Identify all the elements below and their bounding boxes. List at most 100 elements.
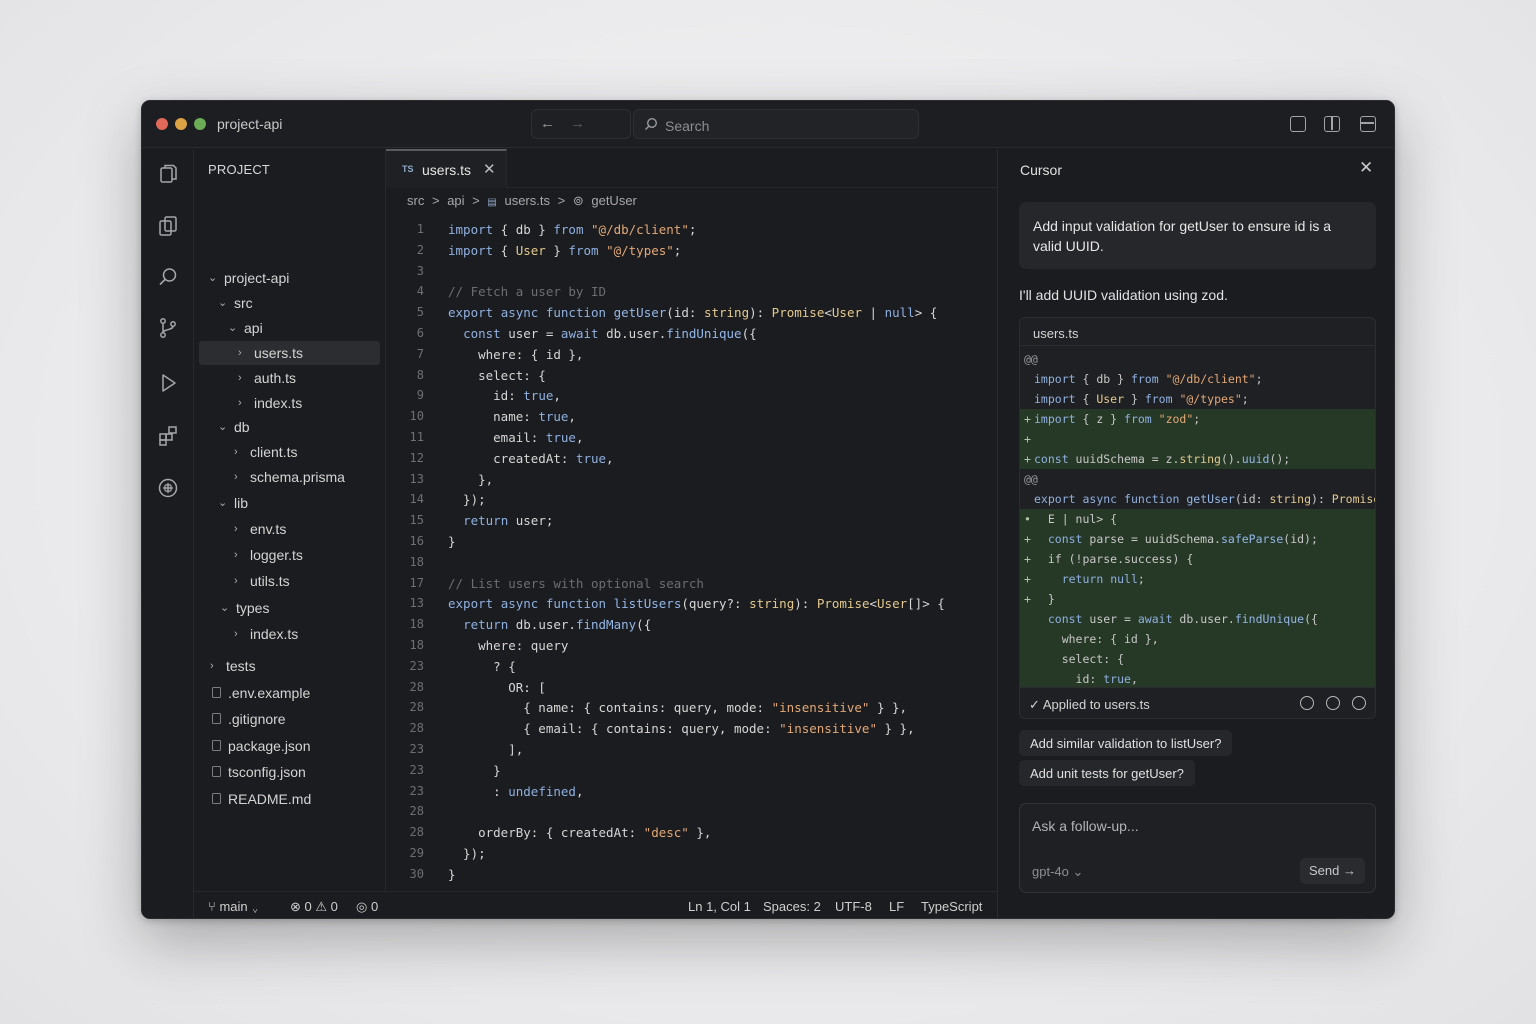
maximize-window-button[interactable] [194, 118, 206, 130]
extensions-icon[interactable] [156, 424, 180, 448]
file-item[interactable]: › auth.ts [194, 366, 384, 390]
diff-text: return null; [1061, 572, 1145, 586]
diff-added-line: + return null; [1020, 569, 1375, 589]
diff-footer: ✓ Applied to users.ts [1020, 687, 1375, 718]
diff-added-line: const user = await db.user.findUnique({ [1020, 609, 1375, 629]
line-number: 6 [416, 326, 424, 340]
run-debug-icon[interactable] [156, 371, 180, 395]
folder-item[interactable]: ⌄ api [194, 316, 384, 340]
tree-item-label: package.json [228, 738, 311, 754]
encoding[interactable]: UTF-8 [835, 899, 872, 914]
diff-text: @@ [1024, 352, 1038, 366]
breadcrumb-api[interactable]: api [447, 193, 464, 208]
folder-item[interactable]: › tests [194, 654, 384, 678]
suggestion-chip[interactable]: Add similar validation to listUser? [1019, 730, 1233, 756]
chevron-down-icon: ⌄ [220, 602, 230, 614]
file-item[interactable]: › index.ts [194, 391, 384, 415]
tree-item-label: utils.ts [250, 573, 290, 589]
tab-users-ts[interactable]: TS users.ts ✕ [386, 149, 507, 188]
explorer-icon[interactable] [156, 162, 180, 186]
line-number: 13 [409, 596, 424, 611]
code-text: } [448, 762, 501, 778]
line-ending[interactable]: LF [889, 899, 904, 914]
diff-text: select: { [1034, 652, 1125, 666]
file-item[interactable]: .gitignore [194, 707, 384, 731]
user-message: Add input validation for getUser to ensu… [1019, 202, 1376, 269]
tree-item-label: logger.ts [250, 547, 303, 563]
file-item[interactable]: › env.ts [194, 517, 384, 541]
diff-text: where: { id }, [1034, 632, 1159, 646]
close-window-button[interactable] [156, 118, 168, 130]
send-button[interactable]: Send → [1300, 858, 1365, 884]
source-control-icon[interactable] [156, 316, 180, 340]
code-text: // Fetch a user by ID [448, 284, 607, 300]
file-item[interactable]: › schema.prisma [194, 465, 384, 489]
cursor-position[interactable]: Ln 1, Col 1 [688, 899, 751, 914]
window-title: project-api [217, 116, 283, 132]
problems-indicator[interactable]: ⊗ 0 ⚠ 0 [290, 899, 338, 915]
send-label: Send [1309, 863, 1340, 878]
code-text: : undefined, [448, 783, 584, 799]
file-item[interactable]: README.md [194, 787, 384, 811]
folder-item[interactable]: ⌄ db [194, 415, 384, 439]
code-line: 28 { email: { contains: query, mode: "in… [386, 718, 997, 739]
code-line: 13 }, [386, 469, 997, 490]
search-icon[interactable] [156, 265, 180, 289]
files-icon[interactable] [156, 214, 180, 238]
indentation[interactable]: Spaces: 2 [763, 899, 821, 914]
refresh-icon[interactable] [1326, 696, 1340, 710]
toggle-sidebar-icon[interactable] [1290, 116, 1306, 132]
chat-title: Cursor [1020, 162, 1063, 178]
file-item[interactable]: tsconfig.json [194, 760, 384, 784]
warning-count: 0 [330, 899, 338, 914]
folder-item[interactable]: ⌄ project-api [194, 266, 384, 290]
search-input[interactable]: Search [633, 109, 919, 139]
file-item[interactable]: .env.example [194, 681, 384, 705]
language-mode[interactable]: TypeScript [921, 899, 982, 914]
line-number: 28 [409, 804, 424, 819]
tree-item-label: lib [234, 495, 249, 511]
line-number: 23 [409, 762, 424, 777]
file-item[interactable]: › utils.ts [194, 569, 384, 593]
folder-item[interactable]: ⌄ src [194, 291, 384, 315]
file-item[interactable]: › client.ts [194, 440, 384, 464]
file-item[interactable]: › users.ts [199, 341, 380, 365]
undo-icon[interactable] [1300, 696, 1314, 710]
diff-text: if (!parse.success) { [1034, 552, 1194, 566]
breadcrumb-src[interactable]: src [407, 193, 424, 208]
breadcrumb-separator: > [472, 193, 480, 208]
folder-item[interactable]: ⌄ types [194, 596, 384, 620]
minimize-window-button[interactable] [175, 118, 187, 130]
diff-added-line: + import { z } from "zod"; [1020, 409, 1375, 429]
back-arrow-icon[interactable]: ← [540, 115, 555, 132]
folder-item[interactable]: ⌄ lib [194, 491, 384, 515]
chevron-right-icon: › [238, 397, 242, 409]
ports-indicator[interactable]: ◎ 0 [356, 899, 378, 915]
ai-assistant-icon[interactable] [156, 476, 180, 500]
chat-composer[interactable]: Ask a follow-up... gpt-4o ⌄ Send → [1019, 803, 1376, 893]
file-item[interactable]: › logger.ts [194, 543, 384, 567]
forward-arrow-icon[interactable]: → [570, 115, 585, 132]
toggle-panel-icon[interactable] [1360, 116, 1376, 132]
split-layout-icon[interactable] [1324, 116, 1340, 132]
model-selector[interactable]: gpt-4o ⌄ [1032, 864, 1083, 880]
close-chat-icon[interactable]: ✕ [1359, 158, 1373, 178]
branch-indicator[interactable]: ⑂ main ⌄ [208, 899, 259, 914]
suggestion-chip[interactable]: Add unit tests for getUser? [1019, 760, 1195, 786]
line-number: 7 [416, 346, 424, 361]
code-line: 30} [386, 864, 997, 885]
copy-icon[interactable] [1352, 696, 1366, 710]
assistant-message: I'll add UUID validation using zod. [1019, 287, 1228, 303]
breadcrumb-file[interactable]: users.ts [504, 193, 550, 208]
file-item[interactable]: › index.ts [194, 622, 384, 646]
diff-marker: + [1024, 552, 1031, 566]
diff-filename[interactable]: users.ts [1033, 326, 1079, 341]
breadcrumb-symbol[interactable]: getUser [591, 193, 637, 208]
arrow-right-icon: → [1343, 863, 1356, 878]
history-nav: ← → [531, 109, 631, 139]
error-icon: ⊗ [290, 899, 301, 914]
code-line: 5 export async function getUser(id: strin… [386, 302, 997, 323]
file-item[interactable]: package.json [194, 734, 384, 758]
close-tab-icon[interactable]: ✕ [483, 160, 496, 178]
code-text: return db.user.findMany({ [463, 617, 652, 633]
